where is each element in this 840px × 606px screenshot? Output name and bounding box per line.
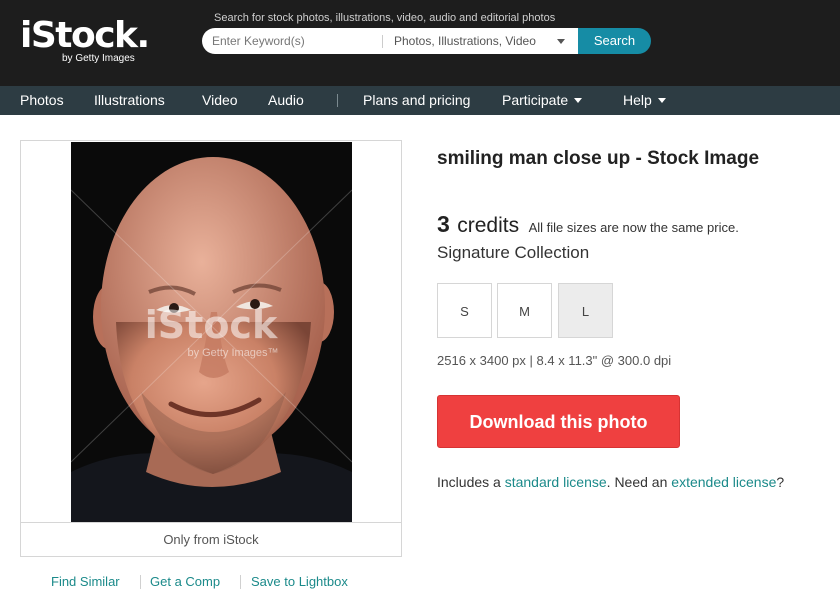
collection-name: Signature Collection <box>437 243 590 262</box>
nav-help-label: Help <box>623 92 652 108</box>
nav-video[interactable]: Video <box>202 86 238 115</box>
file-dimensions: 2516 x 3400 px | 8.4 x 11.3" @ 300.0 dpi <box>437 353 672 368</box>
link-divider <box>140 575 141 589</box>
nav-participate-label: Participate <box>502 92 569 108</box>
nav-participate[interactable]: Participate <box>502 86 583 115</box>
size-large-button[interactable]: L <box>558 283 613 338</box>
download-button[interactable]: Download this photo <box>437 395 680 448</box>
price-note: All file sizes are now the same price. <box>528 220 739 235</box>
credits-count: 3 <box>437 211 450 237</box>
only-from-istock: Only from iStock <box>21 522 401 556</box>
image-actions: Find Similar Get a Comp Save to Lightbox <box>20 574 402 592</box>
nav-illustrations[interactable]: Illustrations <box>94 86 165 115</box>
credits-label: credits <box>457 214 520 237</box>
main-nav: Photos Illustrations Video Audio Plans a… <box>0 86 840 115</box>
find-similar-link[interactable]: Find Similar <box>51 574 120 589</box>
image-panel: iStock by Getty Images™ Only from iStock <box>20 140 402 557</box>
istock-logo[interactable]: iStock. by Getty Images <box>20 15 150 65</box>
save-lightbox-link[interactable]: Save to Lightbox <box>251 574 348 589</box>
page-title: smiling man close up - Stock Image <box>437 148 760 169</box>
price-row: 3 credits All file sizes are now the sam… <box>437 211 739 238</box>
nav-help[interactable]: Help <box>623 86 666 115</box>
size-medium-button[interactable]: M <box>497 283 552 338</box>
chevron-down-icon <box>657 98 666 103</box>
search-box: Photos, Illustrations, Video <box>202 28 578 54</box>
photo-illustration: iStock by Getty Images™ <box>71 142 352 522</box>
license-middle: . Need an <box>606 474 672 490</box>
watermark-subtext: by Getty Images™ <box>187 347 278 359</box>
nav-divider <box>337 94 338 107</box>
logo-tagline: by Getty Images <box>62 53 135 64</box>
logo-wordmark: iStock. <box>20 15 150 56</box>
link-divider <box>240 575 241 589</box>
search-divider <box>382 35 383 48</box>
size-small-button[interactable]: S <box>437 283 492 338</box>
chevron-down-icon <box>574 98 583 103</box>
get-comp-link[interactable]: Get a Comp <box>150 574 220 589</box>
license-info: Includes a standard license. Need an ext… <box>437 474 784 490</box>
search-input[interactable] <box>212 33 377 49</box>
license-prefix: Includes a <box>437 474 505 490</box>
license-suffix: ? <box>776 474 785 490</box>
watermark-text: iStock <box>145 303 278 347</box>
search-caption: Search for stock photos, illustrations, … <box>214 12 556 24</box>
chevron-down-icon[interactable] <box>557 39 565 44</box>
search-type-select[interactable]: Photos, Illustrations, Video <box>394 34 536 48</box>
stock-photo[interactable]: iStock by Getty Images™ <box>71 142 352 522</box>
search-button[interactable]: Search <box>578 28 651 54</box>
nav-photos[interactable]: Photos <box>20 86 64 115</box>
standard-license-link[interactable]: standard license <box>505 474 607 490</box>
nav-plans-pricing[interactable]: Plans and pricing <box>363 86 470 115</box>
nav-audio[interactable]: Audio <box>268 86 304 115</box>
extended-license-link[interactable]: extended license <box>671 474 776 490</box>
top-header: iStock. by Getty Images Search for stock… <box>0 0 840 86</box>
